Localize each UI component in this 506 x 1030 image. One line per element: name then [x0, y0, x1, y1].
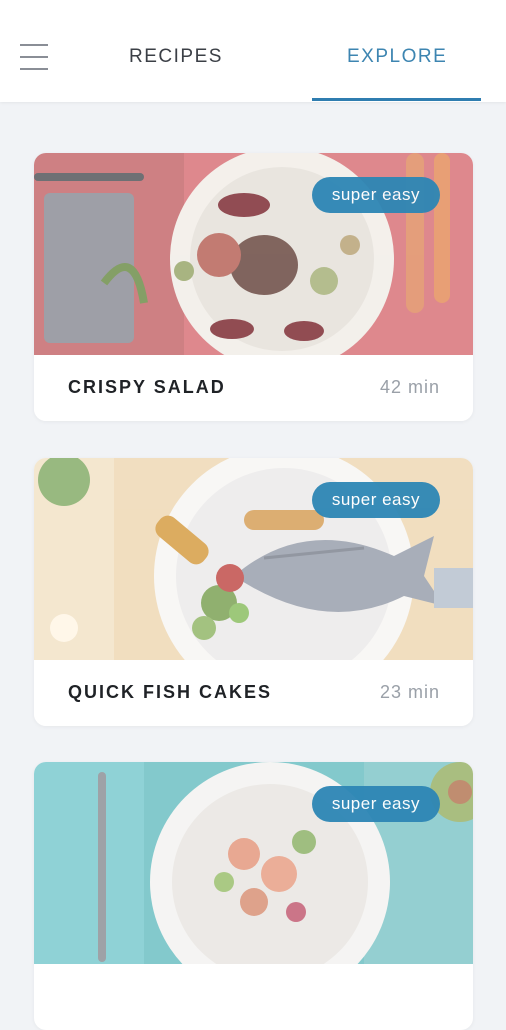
- recipe-time: 23 min: [379, 682, 440, 702]
- recipe-title: CRISPY SALAD: [68, 377, 226, 397]
- recipe-card[interactable]: super easy: [34, 762, 473, 1030]
- difficulty-badge: super easy: [311, 482, 440, 518]
- hamburger-menu-icon[interactable]: [20, 44, 48, 70]
- recipe-card-footer: QUICK FISH CAKES 23 min: [34, 660, 473, 726]
- recipe-card[interactable]: super easy QUICK FISH CAKES 23 min: [34, 458, 473, 726]
- recipe-time: 42 min: [379, 377, 440, 397]
- recipe-card-footer: CRISPY SALAD 42 min: [34, 355, 473, 421]
- recipe-image: super easy: [34, 762, 473, 964]
- tab-recipes[interactable]: RECIPES: [129, 46, 223, 68]
- recipe-card[interactable]: super easy CRISPY SALAD 42 min: [34, 153, 473, 421]
- recipe-title: QUICK FISH CAKES: [68, 682, 273, 702]
- difficulty-badge: super easy: [311, 786, 440, 822]
- active-tab-indicator: [312, 98, 481, 101]
- recipe-image: super easy: [34, 153, 473, 355]
- difficulty-badge: super easy: [311, 177, 440, 213]
- recipe-image: super easy: [34, 458, 473, 660]
- tab-explore[interactable]: EXPLORE: [347, 46, 447, 68]
- top-app-bar: RECIPES EXPLORE: [0, 0, 506, 102]
